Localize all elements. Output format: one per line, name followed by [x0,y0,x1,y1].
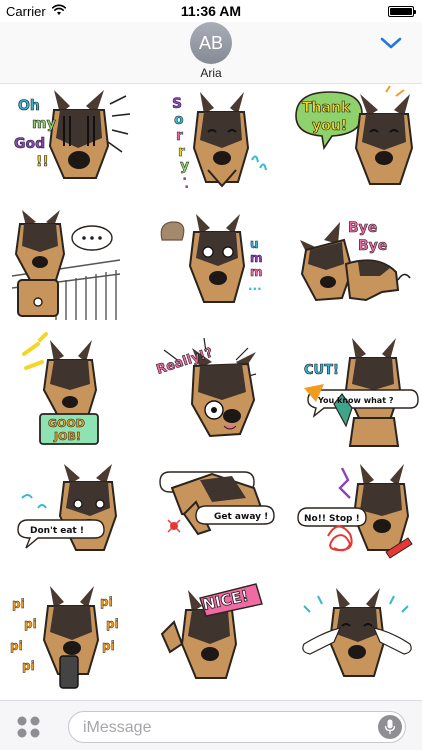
sticker-thank-you[interactable]: Thank you! [294,85,418,198]
sticker-text: !! [36,154,49,170]
sticker-nice[interactable]: NICE! [152,582,276,694]
chevron-down-icon[interactable] [380,36,402,50]
sticker-text: o [174,112,184,128]
sticker-cut[interactable]: CUT! You know what ? [294,334,419,447]
sticker-text: pi [10,639,23,653]
sticker-text: You know what ? [317,396,394,405]
message-placeholder: iMessage [83,719,152,736]
sticker-dont-eat[interactable]: Don't eat ! [8,458,132,570]
sticker-text: . [184,176,189,192]
sticker-text: pi [22,659,35,673]
sticker-grid: Oh my God !! S o r r y . . Thank you! u … [0,85,422,700]
sticker-text: u [250,237,259,251]
contact-name[interactable]: Aria [0,66,422,80]
sticker-umm[interactable]: u m m ... [152,210,276,322]
sticker-text: pi [102,639,115,653]
sticker-text: r [176,128,183,144]
sticker-bye-bye[interactable]: Bye Bye [294,210,418,322]
sticker-text: Don't eat ! [30,526,84,536]
sticker-crying[interactable] [294,582,418,694]
sticker-text: S [172,96,182,112]
sticker-really[interactable]: Really!? [152,334,276,446]
sticker-text: m [250,251,263,265]
sticker-text: pi [24,617,37,631]
sticker-no-stop[interactable]: No!! Stop ! [294,458,418,570]
sticker-text: Bye [348,220,377,236]
sticker-text: No!! Stop ! [304,514,360,524]
sticker-text: ... [248,279,262,293]
sticker-text: m [250,265,263,279]
sticker-oh-my-god[interactable]: Oh my God !! [8,86,132,198]
sticker-text: pi [12,597,25,611]
sticker-text: Bye [358,238,387,254]
dictation-button[interactable] [378,715,402,739]
sticker-pi-pi[interactable]: pi pi pi pi pi pi pi [8,582,132,694]
sticker-sorry[interactable]: S o r r y . . [152,86,276,198]
sticker-text: pi [100,595,113,609]
status-bar: Carrier 11:36 AM [0,0,422,22]
sticker-text: you! [312,118,347,134]
status-time: 11:36 AM [180,3,242,19]
sticker-text: pi [106,617,119,631]
sticker-text: Thank [302,100,351,116]
sticker-thinking[interactable] [8,210,132,322]
conversation-header: AB Aria [0,22,422,84]
sticker-text: God [14,136,45,152]
sticker-text: CUT! [304,363,339,378]
sticker-text: my [32,116,56,132]
apps-icon[interactable] [16,716,42,738]
mic-icon [384,719,396,734]
sticker-text: Oh [18,98,40,114]
sticker-get-away[interactable]: Get away ! [152,458,276,570]
sticker-text: GOOD [48,417,85,430]
sticker-text: Get away ! [214,512,268,522]
compose-bar: iMessage [0,700,422,750]
contact-avatar[interactable]: AB [190,22,232,64]
sticker-good-job[interactable]: GOOD JOB! [8,332,132,446]
battery-icon [388,6,416,17]
message-input[interactable]: iMessage [68,711,406,743]
sticker-text: JOB! [53,430,81,443]
